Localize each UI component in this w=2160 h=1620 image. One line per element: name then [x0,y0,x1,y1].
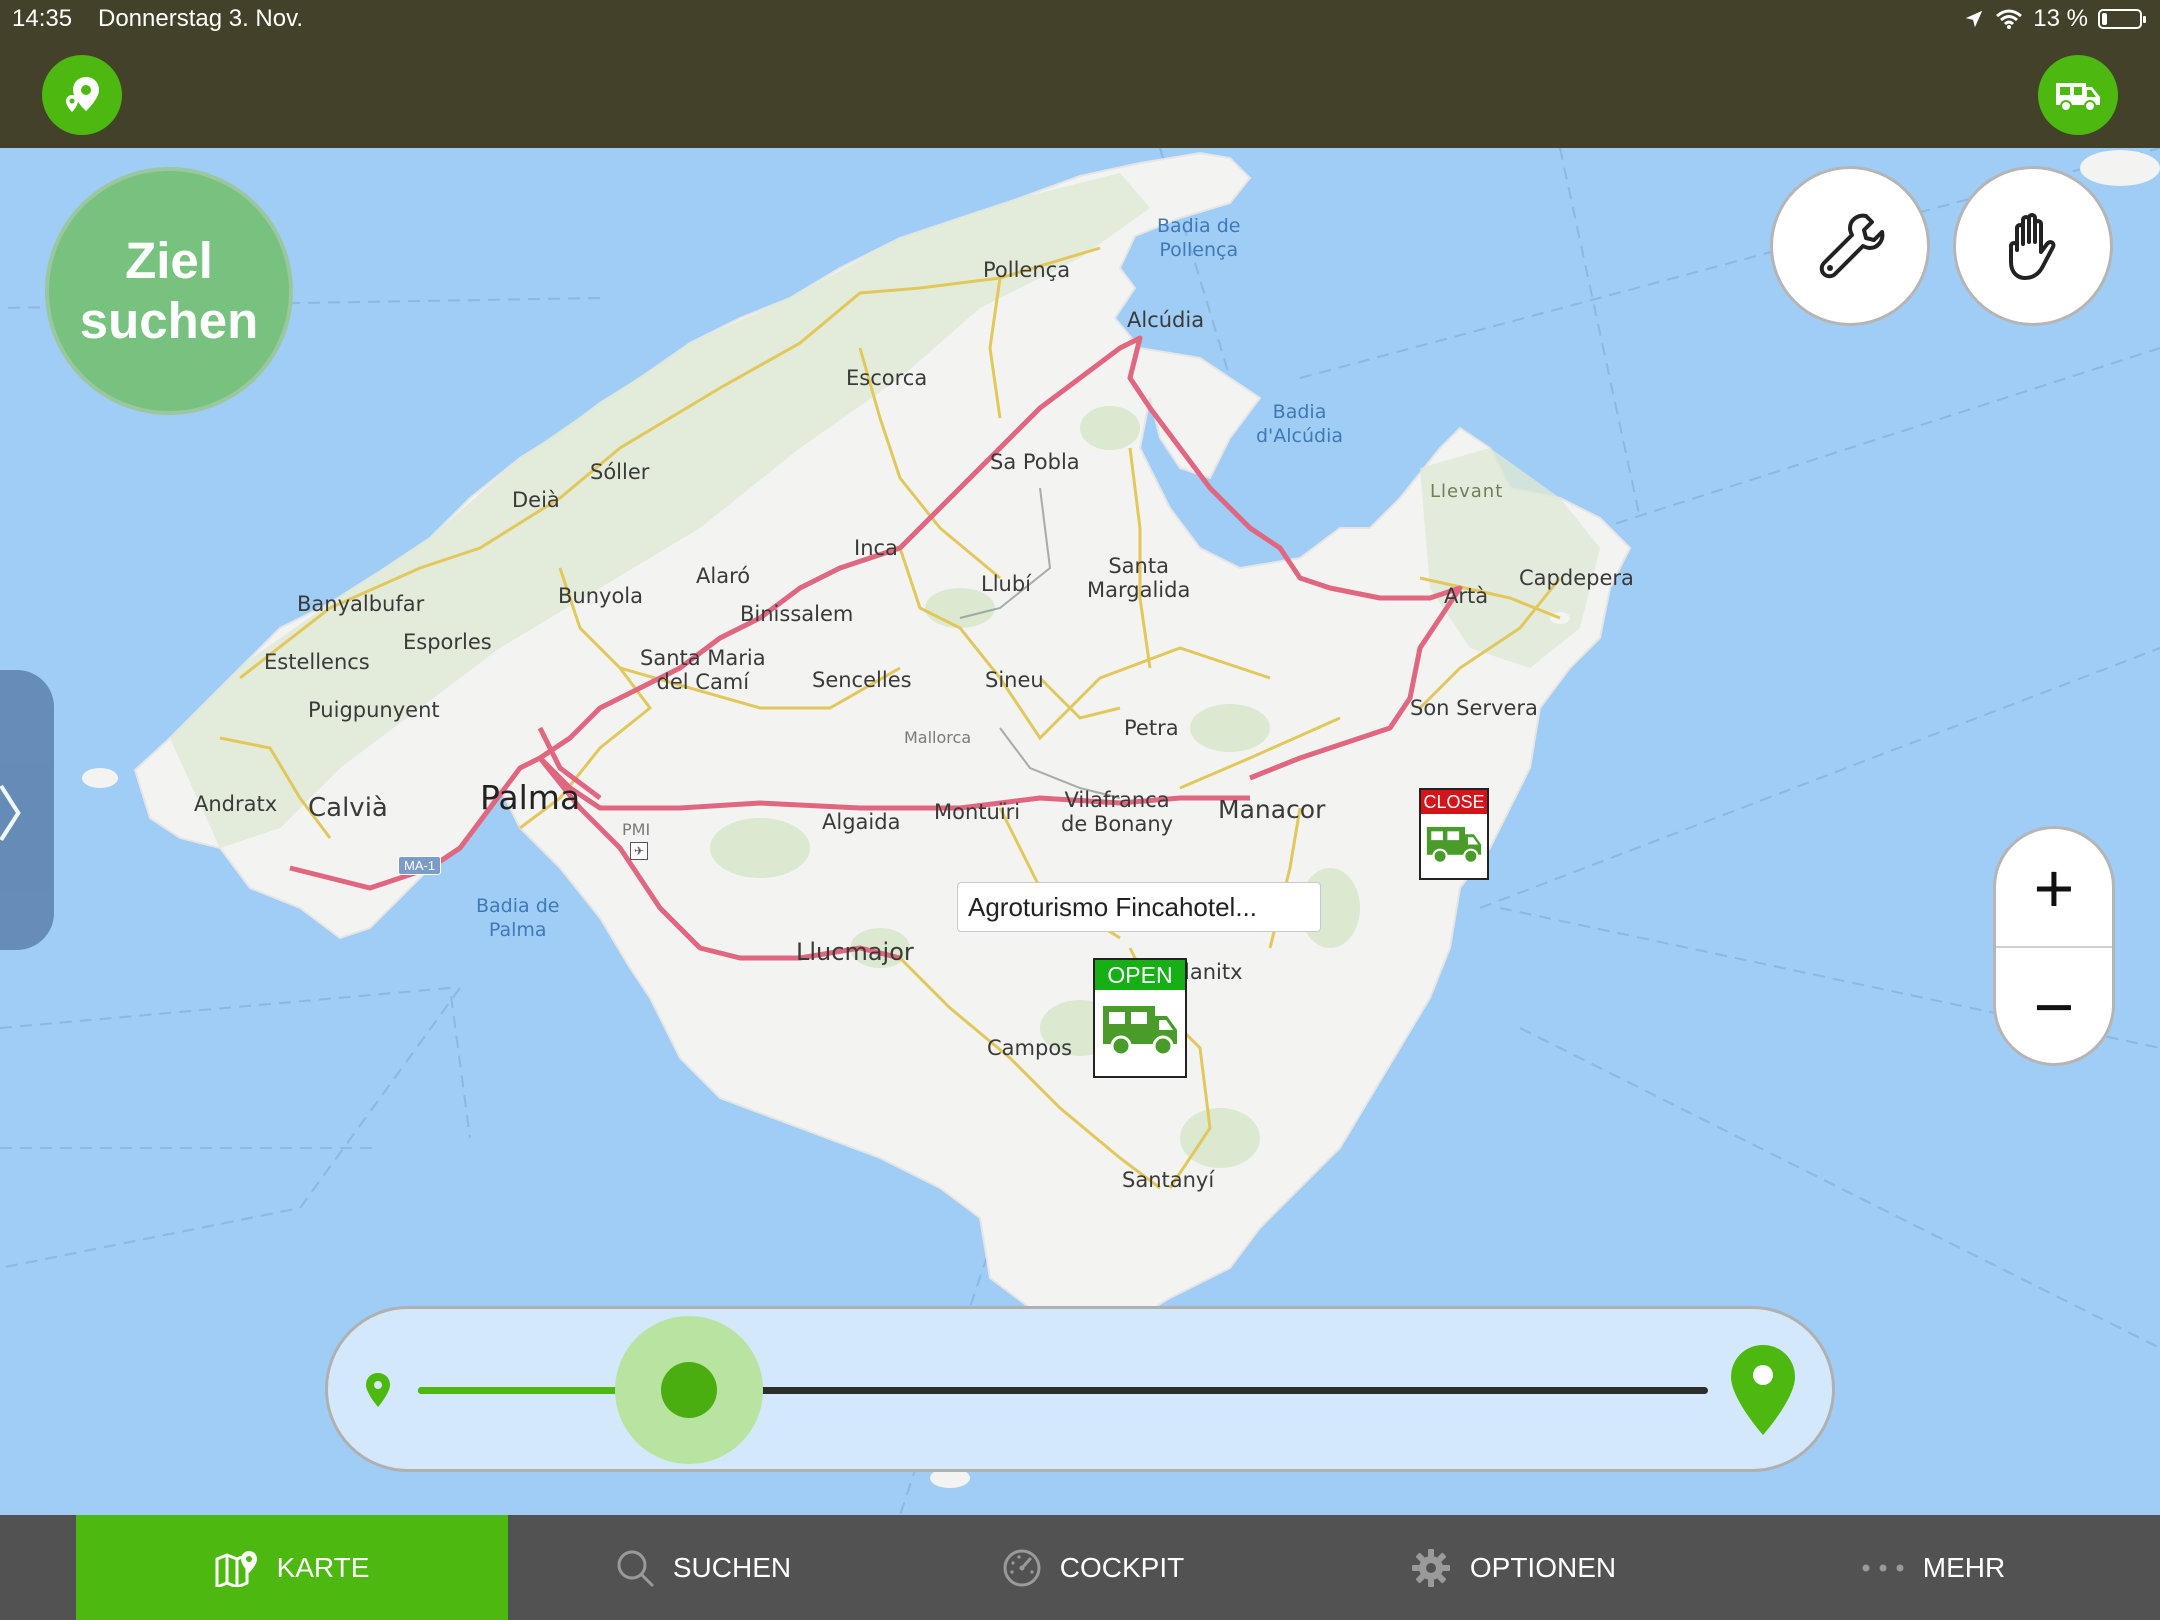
place-alaro: Alaró [696,564,751,588]
location-arrow-icon [1966,10,1983,28]
place-santa-maria: Santa Maria del Camí [640,646,766,694]
tab-label: OPTIONEN [1469,1551,1617,1583]
wifi-icon [1996,9,2023,29]
top-bar [0,38,2160,148]
road-badge-ma1: MA-1 [398,856,442,875]
place-esporles: Esporles [403,630,492,654]
vehicle-button[interactable] [2038,55,2118,135]
place-inca: Inca [854,536,898,560]
place-montuiri: Montuïri [934,800,1021,824]
start-pin-icon [366,1373,390,1407]
place-felanitx: lanitx [1184,960,1243,984]
tab-cockpit[interactable]: COCKPIT [898,1515,1288,1620]
poi-status-badge: OPEN [1095,960,1185,990]
poi-marker-open[interactable]: OPEN [1093,958,1187,1078]
place-vilafranca: Vilafranca de Bonany [1061,788,1174,836]
place-sencelles: Sencelles [812,668,912,692]
status-right: 13 % [1963,0,2146,38]
map-icon [215,1550,257,1587]
tab-mehr[interactable]: MEHR [1738,1515,2128,1620]
place-bunyola: Bunyola [558,584,644,608]
water-badia-palma: Badia de Palma [476,895,560,941]
tab-karte[interactable]: KARTE [76,1515,508,1620]
place-palma: Palma [480,778,581,817]
place-andratx: Andratx [194,792,278,816]
place-binissalem: Binissalem [740,602,854,626]
camper-icon [1103,1006,1177,1057]
search-icon [617,1550,654,1586]
pan-hand-button[interactable] [1953,166,2113,326]
destination-pin-icon [1731,1345,1795,1435]
place-banyalbufar: Banyalbufar [297,592,425,616]
ziel-suchen-button[interactable]: Ziel suchen [45,167,293,415]
place-estellencs: Estellencs [264,650,370,674]
place-pmi: PMI [622,820,651,839]
place-soller: Sóller [590,460,650,484]
place-puigpunyent: Puigpunyent [308,698,440,722]
settings-wrench-button[interactable] [1770,166,1930,326]
zoom-out-button[interactable]: − [1996,948,2112,1063]
tab-bar: KARTE SUCHEN COCKPIT OPTIONEN MEHR [0,1515,2160,1620]
battery-icon [2098,9,2146,29]
place-llevant: Llevant [1430,481,1504,502]
zoom-in-button[interactable]: + [1996,829,2112,946]
place-manacor: Manacor [1218,795,1326,824]
water-badia-alcudia: Badia d'Alcúdia [1256,401,1344,447]
tab-label: MEHR [1922,1551,2006,1583]
airport-icon: ✈ [630,842,648,860]
place-capdepera: Capdepera [1519,566,1634,590]
route-slider[interactable] [325,1306,1835,1472]
place-campos: Campos [987,1036,1073,1060]
ziel-suchen-label: Ziel suchen [79,232,259,349]
camper-icon [2056,83,2100,112]
status-date: Donnerstag 3. Nov. [98,5,303,32]
poi-marker-close[interactable]: CLOSE [1419,788,1489,880]
camper-icon [1426,826,1482,864]
battery-percent: 13 % [2033,5,2088,32]
tab-label: KARTE [276,1551,370,1583]
location-pin-button[interactable] [42,55,122,135]
place-son-servera: Son Servera [1410,696,1538,720]
gauge-icon [1003,1549,1041,1586]
tab-optionen[interactable]: OPTIONEN [1288,1515,1738,1620]
place-sa-pobla: Sa Pobla [990,450,1080,474]
zoom-control: + − [1993,826,2115,1066]
pin-route-icon [66,77,99,112]
poi-tooltip[interactable]: Agroturismo Fincahotel... [957,882,1321,932]
more-icon [1862,1564,1904,1571]
tab-label: COCKPIT [1059,1551,1185,1583]
map-view[interactable]: Pollença Alcúdia Escorca Sa Pobla Sóller… [0,148,2160,1515]
water-badia-pollenca: Badia de Pollença [1157,215,1241,261]
place-arta: Artà [1444,584,1489,608]
poi-status-badge: CLOSE [1421,790,1487,814]
place-alcudia: Alcúdia [1127,308,1205,332]
side-drawer-handle[interactable]: 〉 [0,670,56,950]
place-llucmajor: Llucmajor [796,938,914,966]
place-pollenca: Pollença [983,258,1071,282]
hand-icon [2009,213,2056,280]
wrench-icon [1819,213,1885,279]
place-deia: Deià [512,488,560,512]
place-calvia: Calvià [308,793,388,823]
tab-label: SUCHEN [672,1551,792,1583]
place-algaida: Algaida [822,810,901,834]
slider-thumb[interactable] [614,1316,763,1464]
chevron-right-icon: 〉 [0,781,56,849]
place-santanyi: Santanyí [1122,1168,1215,1192]
place-mallorca: Mallorca [904,728,972,747]
place-escorca: Escorca [846,366,928,390]
place-petra: Petra [1124,716,1179,740]
place-sineu: Sineu [985,668,1044,692]
status-time: 14:35 [12,5,73,32]
tab-suchen[interactable]: SUCHEN [508,1515,898,1620]
gear-icon [1411,1548,1450,1587]
place-llubi: Llubí [981,572,1032,596]
status-bar: 14:35 Donnerstag 3. Nov. 13 % [0,0,2160,38]
slider-thumb-core [660,1362,717,1418]
place-santa-margalida: Santa Margalida [1087,554,1191,602]
